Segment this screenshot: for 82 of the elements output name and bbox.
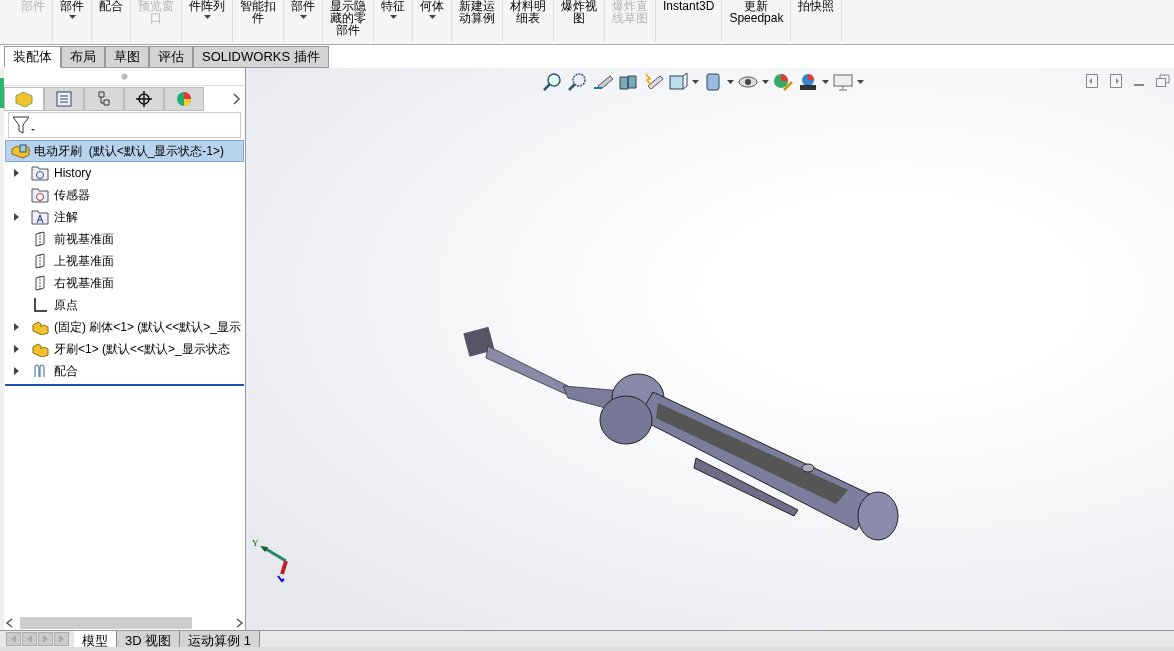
tree-item[interactable]: (固定) 刷体<1> (默认<<默认>_显示 (4, 316, 245, 338)
panel-right-icon[interactable] (1110, 74, 1122, 88)
model-tab[interactable]: 3D 视图 (117, 631, 181, 647)
expand-arrow-icon[interactable] (13, 323, 19, 331)
caret-icon (692, 80, 699, 84)
tree-item[interactable]: 配合 (4, 360, 245, 382)
origin-icon (31, 297, 49, 313)
tree-item-label: 原点 (54, 297, 78, 314)
section-view-icon[interactable] (617, 72, 639, 92)
expand-arrow-icon[interactable] (13, 169, 19, 177)
ribbon-button[interactable]: 何体 (413, 0, 452, 42)
ribbon-tab[interactable]: 装配体 (4, 46, 61, 68)
tree-item[interactable]: 注解 (4, 206, 245, 228)
caret-icon (727, 80, 734, 84)
ribbon-tab[interactable]: 评估 (149, 46, 193, 68)
part-icon (31, 341, 49, 357)
ribbon-button[interactable]: 更新 Speedpak (722, 0, 792, 42)
filter-icon (12, 115, 36, 135)
caret-icon (822, 80, 829, 84)
restore-icon[interactable] (1156, 74, 1170, 88)
tree-item-label: 注解 (54, 209, 78, 226)
ribbon-button[interactable]: 新建运 动算例 (452, 0, 503, 42)
expand-arrow-icon[interactable] (13, 213, 19, 221)
ribbon-button[interactable]: 配合 (92, 0, 131, 42)
crosshair-icon (134, 90, 154, 108)
tree-item-label: 上视基准面 (54, 253, 114, 270)
graphics-area[interactable]: Y (246, 68, 1174, 630)
model-tab[interactable]: 模型 (74, 631, 117, 647)
assembly-icon (10, 142, 30, 160)
chevron-right-icon[interactable] (233, 93, 241, 105)
tree-item[interactable]: History (4, 162, 245, 184)
tree-item-label: 电动牙刷 (默认<默认_显示状态-1>) (34, 143, 225, 160)
folder-icon (31, 165, 49, 181)
expand-arrow-icon[interactable] (13, 345, 19, 353)
ribbon-button[interactable]: 爆炸视 图 (554, 0, 605, 42)
splitter-handle-icon[interactable] (121, 73, 128, 80)
view-orientation-icon[interactable] (667, 72, 689, 92)
axis-label: Y (252, 538, 259, 548)
zoom-to-area-icon[interactable] (567, 72, 589, 92)
property-manager-tab[interactable] (44, 87, 84, 111)
ribbon-button[interactable]: 部件 (284, 0, 323, 42)
zoom-to-fit-icon[interactable] (542, 72, 564, 92)
caret-icon (762, 80, 769, 84)
expand-arrow-icon[interactable] (13, 367, 19, 375)
tree-item[interactable]: 上视基准面 (4, 250, 245, 272)
folder-icon (31, 187, 49, 203)
ribbon-tab[interactable]: 草图 (105, 46, 149, 68)
ribbon-button[interactable]: 智能扣 件 (233, 0, 284, 42)
tree-item-label: 传感器 (54, 187, 90, 204)
filter-field[interactable] (8, 112, 241, 138)
list-icon (54, 90, 74, 108)
ribbon-button[interactable]: 材料明 细表 (503, 0, 554, 42)
tree-root-item[interactable]: 电动牙刷 (默认<默认_显示状态-1>) (5, 140, 244, 162)
ribbon-button[interactable]: 特征 (374, 0, 413, 42)
tree-item-label: (固定) 刷体<1> (默认<<默认>_显示 (54, 319, 242, 336)
assembly-icon (14, 90, 34, 108)
ribbon-button[interactable]: 件阵列 (182, 0, 233, 42)
tree-item-label: 配合 (54, 363, 78, 380)
ribbon-button[interactable]: 拍快照 (791, 0, 843, 42)
tree-item[interactable]: 右视基准面 (4, 272, 245, 294)
part-icon (31, 319, 49, 335)
ribbon-button[interactable]: 部件 (53, 0, 92, 42)
ribbon-button[interactable]: Instant3D (656, 0, 723, 42)
ribbon-tab[interactable]: 布局 (61, 46, 105, 68)
folder-icon (31, 209, 49, 225)
edit-appearance-icon[interactable] (772, 72, 794, 92)
ribbon-button[interactable]: 显示隐 藏的零 部件 (323, 0, 374, 42)
dimxpert-tab[interactable] (124, 87, 164, 111)
caret-icon (857, 80, 864, 84)
tree-item-label: 右视基准面 (54, 275, 114, 292)
tree-item[interactable]: 牙刷<1> (默认<<默认>_显示状态 (4, 338, 245, 360)
panel-left-icon[interactable] (1086, 74, 1098, 88)
tree-item-label: History (54, 165, 92, 182)
model-tab[interactable]: 运动算例 1 (180, 631, 261, 647)
scrollbar-thumb[interactable] (20, 617, 192, 629)
ribbon-tab[interactable]: SOLIDWORKS 插件 (193, 46, 329, 68)
tree-item-label: 牙刷<1> (默认<<默认>_显示状态 (54, 341, 230, 358)
tree-item[interactable]: 传感器 (4, 184, 245, 206)
tree-item-label: 前视基准面 (54, 231, 114, 248)
color-wheel-icon (174, 90, 194, 108)
tree-item[interactable]: 原点 (4, 294, 245, 316)
tree-item[interactable]: 前视基准面 (4, 228, 245, 250)
